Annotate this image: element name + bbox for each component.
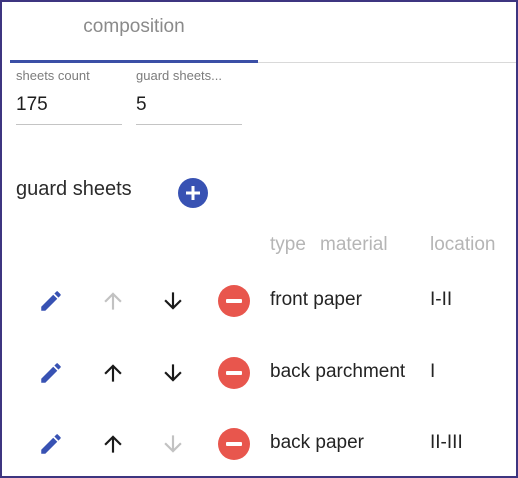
tab-composition-label: composition [83, 16, 185, 37]
table-row: front paper I-II [2, 280, 516, 320]
pencil-icon[interactable] [38, 288, 64, 314]
tab-composition[interactable]: composition [10, 2, 258, 62]
plus-circle-icon [186, 186, 200, 200]
row-location: II-III [430, 432, 463, 453]
remove-button[interactable] [218, 285, 250, 317]
row-type-material: back parchment [270, 361, 406, 382]
row-type-material: front paper [270, 289, 362, 310]
table-row: back parchment I [2, 352, 516, 392]
column-header-location: location [430, 234, 496, 255]
guard-sheets-label: guard sheets... [136, 68, 222, 83]
guard-sheets-panel: composition sheets count 175 guard sheet… [0, 0, 518, 478]
arrow-down-icon[interactable] [160, 431, 186, 457]
table-row: back paper II-III [2, 423, 516, 463]
guard-sheets-input[interactable]: 5 [136, 93, 242, 125]
column-header-material: material [320, 234, 388, 255]
tab-bar: composition [2, 2, 516, 64]
arrow-up-icon[interactable] [100, 431, 126, 457]
minus-circle-icon [226, 371, 242, 375]
tab-bar-divider [258, 62, 516, 63]
arrow-up-icon[interactable] [100, 360, 126, 386]
pencil-icon[interactable] [38, 431, 64, 457]
add-guard-sheet-button[interactable] [178, 178, 208, 208]
row-type-material: back paper [270, 432, 365, 453]
sheets-count-field[interactable]: sheets count 175 [16, 68, 122, 125]
minus-circle-icon [226, 299, 242, 303]
row-location: I [430, 361, 436, 382]
remove-button[interactable] [218, 357, 250, 389]
guard-sheets-title: guard sheets [16, 178, 132, 200]
remove-button[interactable] [218, 428, 250, 460]
sheets-count-input[interactable]: 175 [16, 93, 122, 125]
row-location: I-II [430, 289, 453, 310]
arrow-up-icon[interactable] [100, 288, 126, 314]
active-tab-indicator [10, 60, 258, 63]
column-header-type: type [270, 234, 306, 255]
arrow-down-icon[interactable] [160, 288, 186, 314]
sheets-count-label: sheets count [16, 68, 90, 83]
minus-circle-icon [226, 442, 242, 446]
arrow-down-icon[interactable] [160, 360, 186, 386]
pencil-icon[interactable] [38, 360, 64, 386]
guard-sheets-field[interactable]: guard sheets... 5 [136, 68, 242, 125]
